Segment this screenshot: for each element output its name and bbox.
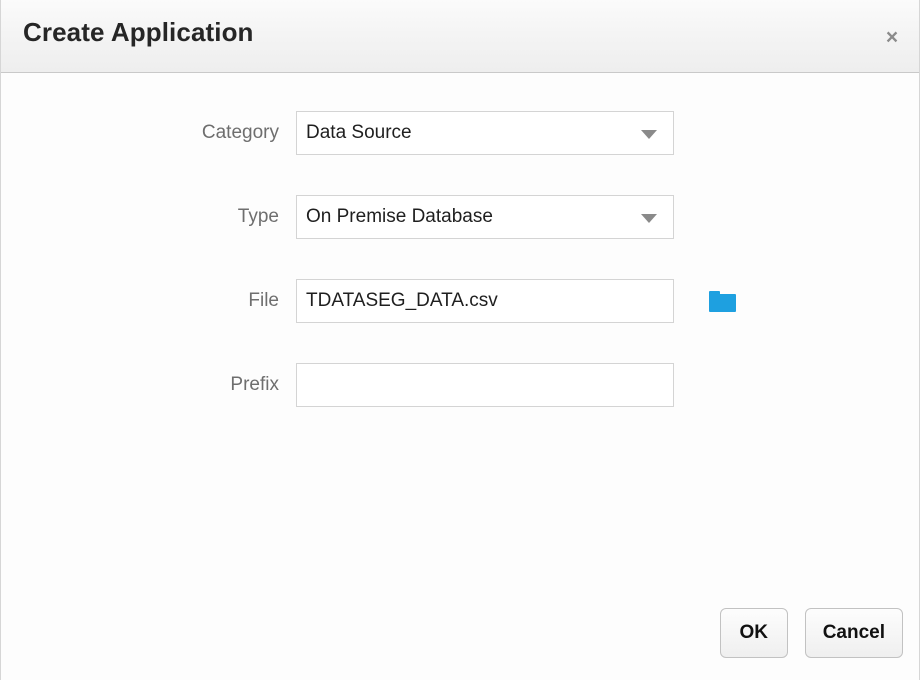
ok-button[interactable]: OK: [720, 608, 788, 658]
prefix-input[interactable]: [296, 363, 674, 407]
type-select[interactable]: On Premise Database: [296, 195, 674, 239]
page-title: Create Application: [23, 17, 254, 48]
field-row-file: File TDATASEG_DATA.csv: [1, 279, 674, 323]
category-label: Category: [1, 122, 296, 144]
chevron-down-icon: [641, 130, 657, 139]
dialog-footer: OK Cancel: [720, 608, 903, 658]
create-application-dialog: Create Application × Category Data Sourc…: [0, 0, 920, 680]
dialog-header: Create Application ×: [1, 0, 919, 73]
folder-icon-body: [709, 294, 736, 312]
prefix-label: Prefix: [1, 374, 296, 396]
type-value: On Premise Database: [297, 206, 493, 228]
dialog-body: Category Data Source Type On Premise Dat…: [1, 73, 919, 680]
field-row-type: Type On Premise Database: [1, 195, 674, 239]
category-value: Data Source: [297, 122, 412, 144]
file-value: TDATASEG_DATA.csv: [297, 290, 498, 312]
field-row-category: Category Data Source: [1, 111, 674, 155]
file-label: File: [1, 290, 296, 312]
field-row-prefix: Prefix: [1, 363, 674, 407]
file-input[interactable]: TDATASEG_DATA.csv: [296, 279, 674, 323]
folder-icon[interactable]: [709, 291, 737, 312]
category-select[interactable]: Data Source: [296, 111, 674, 155]
chevron-down-icon: [641, 214, 657, 223]
type-label: Type: [1, 206, 296, 228]
cancel-button[interactable]: Cancel: [805, 608, 903, 658]
close-icon[interactable]: ×: [879, 24, 905, 50]
